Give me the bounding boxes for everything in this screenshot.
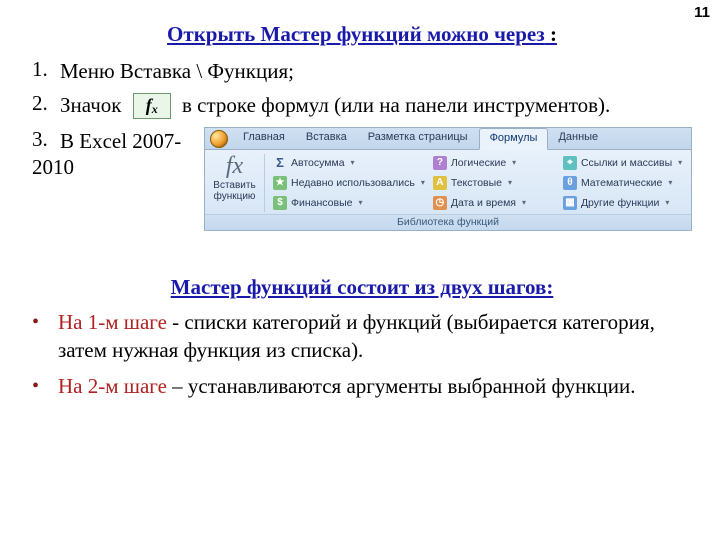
open-methods-list: 1. Меню Вставка \ Функция; 2. Значок fx … [32, 57, 692, 231]
math-button[interactable]: θ Математические ▾ [563, 174, 685, 192]
tab-insert[interactable]: Вставка [296, 128, 358, 149]
list-number: 3. [32, 127, 60, 155]
list-text-part: в строке формул (или на панели инструмен… [182, 93, 610, 117]
btn-label: Финансовые [291, 197, 352, 209]
step-body: На 2-м шаге – устанавливаются аргументы … [58, 372, 692, 400]
btn-label: Текстовые [451, 177, 502, 189]
chevron-down-icon: ▾ [358, 198, 362, 207]
step-2-text: – устанавливаются аргументы выбранной фу… [167, 374, 636, 398]
chevron-down-icon: ▾ [668, 178, 672, 187]
list-item: 3. В Excel 2007- 2010 Главная Вставка Ра… [32, 127, 692, 231]
more-icon: ▦ [563, 196, 577, 210]
tab-data[interactable]: Данные [548, 128, 609, 149]
office-orb-icon[interactable] [205, 128, 233, 150]
list-text: Значок fx в строке формул (или на панели… [60, 91, 692, 120]
logical-button[interactable]: ? Логические ▾ [433, 154, 555, 172]
fx-large-icon: fx [211, 154, 258, 178]
steps-list: • На 1-м шаге - списки категорий и функц… [32, 308, 692, 401]
btn-label: Ссылки и массивы [581, 157, 672, 169]
ribbon-body: fx Вставить функцию Σ Автосумма ▾ ? Логичес… [205, 150, 691, 214]
autosum-button[interactable]: Σ Автосумма ▾ [273, 154, 425, 172]
insert-function-label: Вставить функцию [211, 180, 258, 202]
list-number: 1. [32, 57, 60, 82]
btn-label: Недавно использовались [291, 177, 415, 189]
more-functions-button[interactable]: ▦ Другие функции ▾ [563, 194, 685, 212]
heading-text: Открыть Мастер функций можно через [167, 22, 545, 46]
lookup-button[interactable]: ⌖ Ссылки и массивы ▾ [563, 154, 685, 172]
tab-layout[interactable]: Разметка страницы [358, 128, 479, 149]
ribbon-button-grid: ΣАвтосумма▾ ?Логические▾ ⌖Ссылки и масси… [273, 154, 685, 212]
fx-icon: fx [133, 93, 171, 119]
step-2-label: На 2-м шаге [58, 374, 167, 398]
logical-icon: ? [433, 156, 447, 170]
btn-label: Другие функции [581, 197, 659, 209]
chevron-down-icon: ▾ [678, 158, 682, 167]
recent-button[interactable]: ★ Недавно использовались ▾ [273, 174, 425, 192]
heading-open-wizard: Открыть Мастер функций можно через : [32, 22, 692, 47]
bullet-icon: • [32, 308, 58, 332]
tab-formulas[interactable]: Формулы [479, 128, 549, 150]
orb-circle-icon [210, 130, 228, 148]
list-number: 2. [32, 91, 60, 116]
step-body: На 1-м шаге - списки категорий и функций… [58, 308, 692, 365]
page-number: 11 [694, 4, 710, 21]
btn-label: Автосумма [291, 157, 345, 169]
math-icon: θ [563, 176, 577, 190]
chevron-down-icon: ▾ [512, 158, 516, 167]
list-text-part: Значок [60, 93, 122, 117]
heading-colon: : [545, 22, 557, 46]
chevron-down-icon: ▾ [508, 178, 512, 187]
datetime-button[interactable]: ◷ Дата и время ▾ [433, 194, 555, 212]
btn-label: Логические [451, 157, 506, 169]
list-text-year: 2010 [32, 155, 194, 180]
lookup-icon: ⌖ [563, 156, 577, 170]
btn-label: Дата и время [451, 197, 516, 209]
heading-two-steps: Мастер функций состоит из двух шагов: [32, 275, 692, 300]
text-icon: A [433, 176, 447, 190]
clock-icon: ◷ [433, 196, 447, 210]
list-item: • На 1-м шаге - списки категорий и функц… [32, 308, 692, 365]
ribbon-tabs: Главная Вставка Разметка страницы Формул… [205, 128, 691, 150]
list-item: • На 2-м шаге – устанавливаются аргумент… [32, 372, 692, 400]
sigma-icon: Σ [273, 156, 287, 170]
bullet-icon: • [32, 372, 58, 396]
list-text: Меню Вставка \ Функция; [60, 57, 692, 85]
ribbon-group-caption: Библиотека функций [205, 214, 691, 230]
chevron-down-icon: ▾ [665, 198, 669, 207]
list-left-column: 3. В Excel 2007- 2010 [32, 127, 194, 180]
step-1-label: На 1-м шаге [58, 310, 167, 334]
tab-home[interactable]: Главная [233, 128, 296, 149]
recent-icon: ★ [273, 176, 287, 190]
insert-function-button[interactable]: fx Вставить функцию [211, 154, 265, 212]
list-item: 2. Значок fx в строке формул (или на пан… [32, 91, 692, 120]
fx-x: x [152, 101, 158, 117]
btn-label: Математические [581, 177, 662, 189]
text-button[interactable]: A Текстовые ▾ [433, 174, 555, 192]
excel-ribbon: Главная Вставка Разметка страницы Формул… [204, 127, 692, 231]
chevron-down-icon: ▾ [421, 178, 425, 187]
chevron-down-icon: ▾ [522, 198, 526, 207]
list-text: В Excel 2007- [60, 127, 194, 155]
list-item: 1. Меню Вставка \ Функция; [32, 57, 692, 85]
financial-icon: $ [273, 196, 287, 210]
financial-button[interactable]: $ Финансовые ▾ [273, 194, 425, 212]
chevron-down-icon: ▾ [351, 158, 355, 167]
